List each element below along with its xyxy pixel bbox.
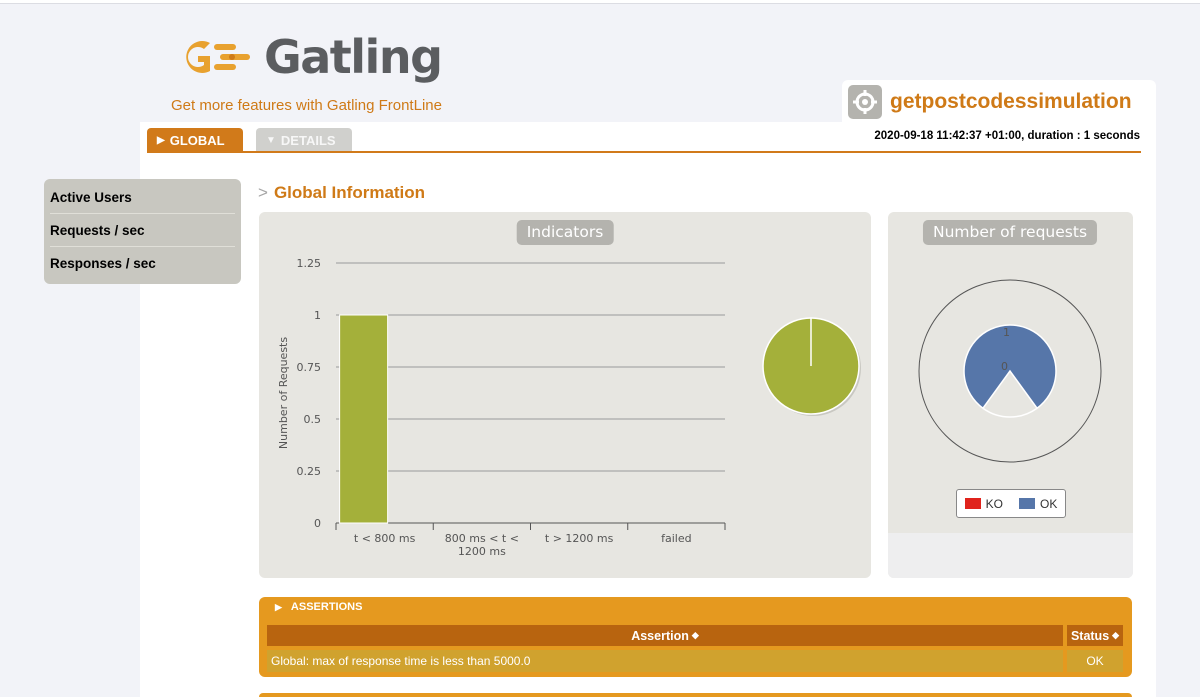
- section-prefix: >: [258, 183, 268, 202]
- column-header-assertion[interactable]: Assertion ◆: [267, 625, 1063, 646]
- pie-label: 1: [1003, 326, 1010, 339]
- sidebar-menu: Active Users Requests / sec Responses / …: [44, 179, 241, 284]
- tab-underline: [147, 151, 1141, 153]
- y-tick-label: 0: [314, 517, 321, 530]
- column-header-status[interactable]: Status ◆: [1067, 625, 1123, 646]
- requests-panel-footer: [888, 533, 1133, 578]
- x-tick-label: 800 ms < t <1200 ms: [445, 532, 519, 558]
- indicators-panel: Indicators 0 0.25 0.5 0.75 1 1.25 Number of Re…: [259, 212, 871, 578]
- column-header-assertion-label: Assertion: [631, 628, 689, 643]
- y-tick-label: 0.5: [304, 413, 322, 426]
- menu-item-responses-per-sec[interactable]: Responses / sec: [50, 247, 235, 279]
- section-title: > Global Information: [258, 183, 425, 203]
- x-tick-label: t < 800 ms: [354, 532, 416, 545]
- legend-swatch-ko: [964, 498, 981, 509]
- tab-global[interactable]: ▶ GLOBAL: [147, 128, 243, 152]
- y-tick-label: 0.25: [297, 465, 322, 478]
- triangle-right-icon: ▶: [157, 134, 165, 146]
- sort-icon: ◆: [691, 630, 699, 640]
- tab-global-label: GLOBAL: [169, 132, 225, 148]
- simulation-name: getpostcodessimulation: [890, 90, 1132, 113]
- tab-details-label: DETAILS: [280, 132, 336, 148]
- legend-item-ko[interactable]: KO: [964, 496, 1003, 511]
- assertions-title: ASSERTIONS: [290, 601, 363, 613]
- menu-item-active-users[interactable]: Active Users: [50, 181, 235, 214]
- requests-panel: Number of requests 10 KO OK: [888, 212, 1133, 578]
- assertions-header[interactable]: ▶ ASSERTIONS: [275, 601, 362, 613]
- indicators-chart: 0 0.25 0.5 0.75 1 1.25 Number of Requests t < 8…: [277, 257, 861, 558]
- simulation-header: getpostcodessimulation: [842, 80, 1156, 124]
- triangle-down-icon: ▼: [266, 134, 276, 146]
- y-tick-label: 1.25: [297, 257, 322, 270]
- x-tick-label: failed: [661, 532, 691, 545]
- pie-slice-ok: [963, 324, 1057, 410]
- requests-chart: 10: [918, 279, 1102, 463]
- brand-name: Gatling: [264, 30, 443, 84]
- table-row-status: OK: [1067, 650, 1123, 672]
- y-tick-label: 1: [314, 309, 321, 322]
- column-header-status-label: Status: [1070, 628, 1110, 643]
- pie-label: 0: [1001, 360, 1008, 373]
- y-tick-label: 0.75: [297, 361, 322, 374]
- bar: [339, 314, 389, 524]
- legend-label-ok: OK: [1040, 496, 1058, 511]
- top-border: [0, 0, 1200, 4]
- target-icon: [848, 85, 882, 119]
- assertions-panel: ▶ ASSERTIONS Assertion ◆ Status ◆ Global: …: [259, 597, 1132, 677]
- y-axis-title: Number of Requests: [277, 337, 290, 449]
- gatling-logo-icon: [186, 41, 250, 73]
- tab-details[interactable]: ▼ DETAILS: [256, 128, 352, 152]
- legend-label-ko: KO: [985, 496, 1003, 511]
- gatling-logo[interactable]: Gatling: [180, 30, 443, 84]
- legend-item-ok[interactable]: OK: [1019, 497, 1057, 511]
- frontline-link[interactable]: Get more features with Gatling FrontLine: [171, 97, 442, 114]
- requests-legend: KO OK: [956, 489, 1066, 518]
- table-row-assertion: Global: max of response time is less tha…: [267, 650, 1063, 672]
- legend-swatch-ok: [1019, 498, 1035, 509]
- next-section-strip: [259, 693, 1132, 697]
- menu-item-requests-per-sec[interactable]: Requests / sec: [50, 214, 235, 247]
- pie-slice-gap: [982, 407, 1038, 418]
- triangle-right-icon: ▶: [275, 601, 282, 612]
- x-tick-label: t > 1200 ms: [545, 532, 614, 545]
- run-info: 2020-09-18 11:42:37 +01:00, duration : 1…: [874, 130, 1140, 142]
- sort-icon: ◆: [1112, 630, 1120, 640]
- section-title-text: Global Information: [273, 183, 426, 202]
